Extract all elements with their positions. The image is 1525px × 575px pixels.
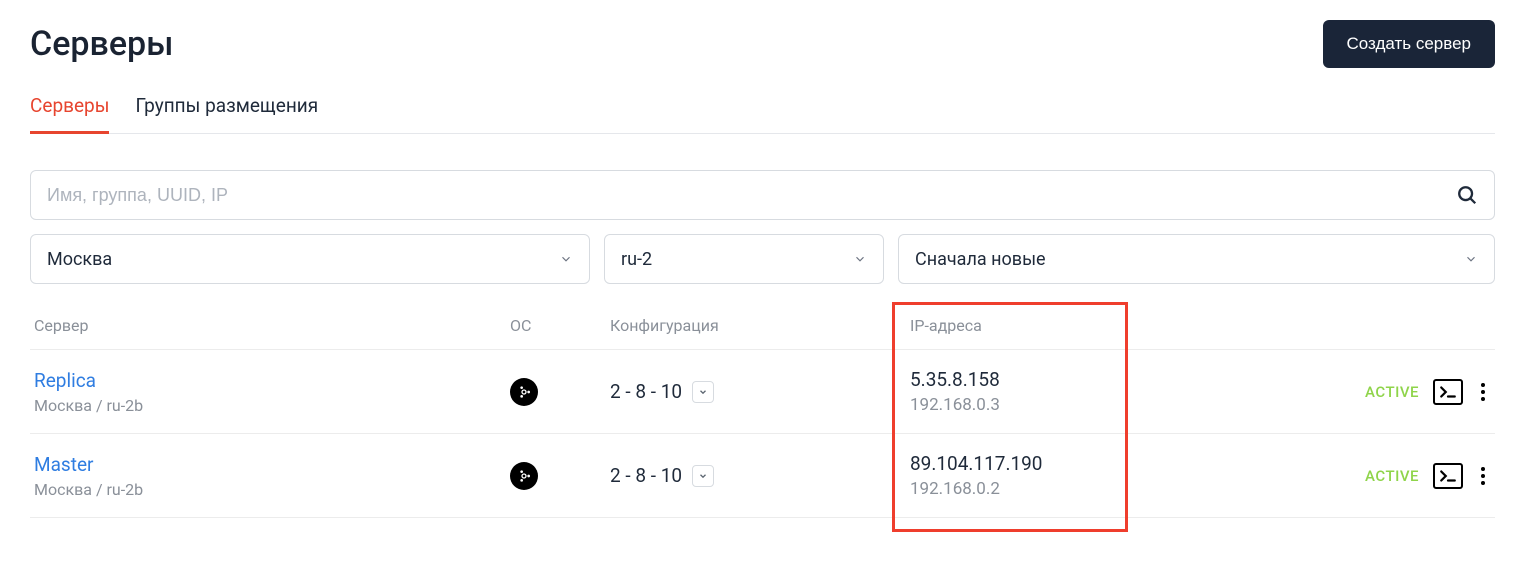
server-name-link[interactable]: Replica — [34, 369, 510, 392]
status-badge: ACTIVE — [1365, 467, 1419, 485]
server-name-link[interactable]: Master — [34, 453, 510, 476]
server-location-text: Москва / ru-2b — [34, 396, 510, 415]
page-title: Серверы — [30, 24, 174, 64]
ip-private: 192.168.0.2 — [910, 479, 1170, 499]
ip-private: 192.168.0.3 — [910, 395, 1170, 415]
terminal-icon[interactable] — [1433, 379, 1463, 405]
server-location-text: Москва / ru-2b — [34, 480, 510, 499]
search-icon[interactable] — [1456, 184, 1478, 206]
create-server-button[interactable]: Создать сервер — [1323, 20, 1496, 68]
location-select[interactable]: Москва — [30, 234, 590, 284]
region-select[interactable]: ru-2 — [604, 234, 884, 284]
table-header: Сервер ОС Конфигурация IP-адреса — [30, 306, 1495, 350]
col-header-ip: IP-адреса — [910, 316, 1170, 335]
config-expand-button[interactable] — [692, 381, 714, 403]
table-row: Replica Москва / ru-2b 2 - 8 - 10 5.35.8… — [30, 350, 1495, 434]
tab-placement-groups[interactable]: Группы размещения — [135, 94, 318, 134]
chevron-down-icon — [559, 252, 573, 266]
search-input[interactable] — [47, 185, 1456, 206]
col-header-os: ОС — [510, 316, 610, 335]
row-menu-button[interactable] — [1477, 463, 1489, 489]
row-menu-button[interactable] — [1477, 379, 1489, 405]
ubuntu-icon — [510, 378, 538, 406]
tab-servers[interactable]: Серверы — [30, 94, 109, 134]
ip-public: 89.104.117.190 — [910, 452, 1170, 475]
col-header-config: Конфигурация — [610, 316, 910, 335]
search-box — [30, 170, 1495, 220]
terminal-icon[interactable] — [1433, 463, 1463, 489]
sort-select-value: Сначала новые — [915, 249, 1046, 270]
config-expand-button[interactable] — [692, 465, 714, 487]
ip-public: 5.35.8.158 — [910, 368, 1170, 391]
region-select-value: ru-2 — [621, 249, 652, 270]
sort-select[interactable]: Сначала новые — [898, 234, 1495, 284]
col-header-server: Сервер — [30, 316, 510, 335]
location-select-value: Москва — [47, 249, 112, 270]
chevron-down-icon — [1464, 252, 1478, 266]
chevron-down-icon — [853, 252, 867, 266]
tabs: Серверы Группы размещения — [30, 94, 1495, 134]
status-badge: ACTIVE — [1365, 383, 1419, 401]
ubuntu-icon — [510, 462, 538, 490]
table-row: Master Москва / ru-2b 2 - 8 - 10 89.104.… — [30, 434, 1495, 518]
config-text: 2 - 8 - 10 — [610, 380, 682, 403]
config-text: 2 - 8 - 10 — [610, 464, 682, 487]
